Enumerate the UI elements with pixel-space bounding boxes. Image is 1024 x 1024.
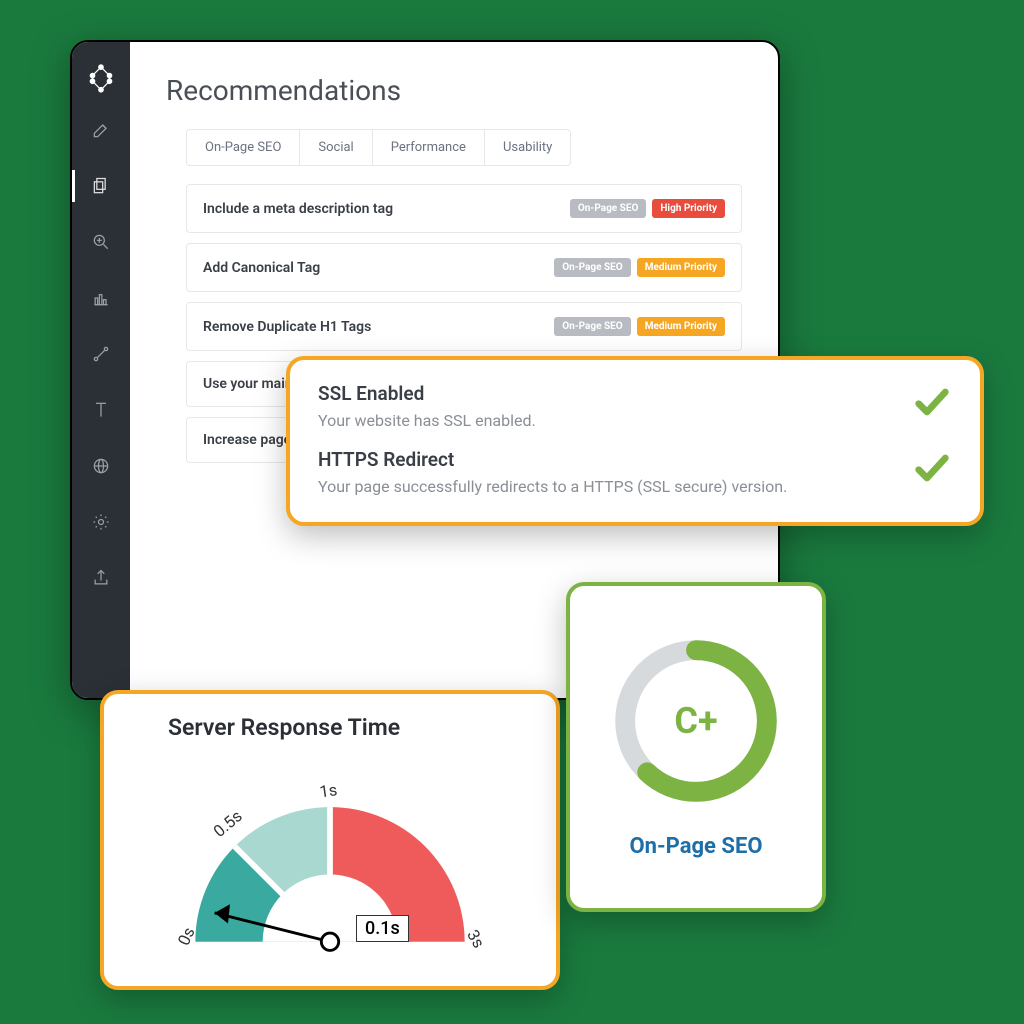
app-logo-icon	[84, 60, 118, 98]
ssl-text: SSL Enabled Your website has SSL enabled…	[318, 382, 536, 430]
sidebar-item-globe[interactable]	[72, 442, 130, 490]
grade-label: On-Page SEO	[629, 834, 762, 859]
server-response-card: Server Response Time 0s 0.5s 1s 3s	[100, 690, 560, 990]
gauge-tick: 0.5s	[210, 806, 246, 841]
tab-performance[interactable]: Performance	[373, 129, 485, 166]
category-badge: On-Page SEO	[570, 199, 646, 218]
sidebar-item-edit[interactable]	[72, 106, 130, 154]
category-badge: On-Page SEO	[554, 258, 630, 277]
badges: On-Page SEO High Priority	[570, 199, 725, 218]
sidebar-item-chart[interactable]	[72, 274, 130, 322]
gauge-tick: 0s	[174, 924, 199, 948]
badges: On-Page SEO Medium Priority	[554, 317, 725, 336]
recommendation-row[interactable]: Remove Duplicate H1 Tags On-Page SEO Med…	[186, 302, 742, 351]
ssl-status-card: SSL Enabled Your website has SSL enabled…	[286, 356, 984, 526]
priority-badge: Medium Priority	[637, 258, 725, 277]
gauge-tick: 3s	[463, 927, 488, 952]
gauge-chart: 0s 0.5s 1s 3s 0.1s	[128, 745, 532, 975]
gauge-title: Server Response Time	[168, 714, 532, 741]
page-title: Recommendations	[166, 74, 742, 107]
sidebar-item-link[interactable]	[72, 330, 130, 378]
sidebar-item-tool[interactable]	[72, 386, 130, 434]
ssl-item-desc: Your website has SSL enabled.	[318, 411, 536, 430]
ssl-row: HTTPS Redirect Your page successfully re…	[318, 448, 952, 496]
sidebar	[72, 42, 130, 698]
ssl-text: HTTPS Redirect Your page successfully re…	[318, 448, 787, 496]
gauge-value: 0.1s	[356, 915, 409, 942]
sidebar-item-settings[interactable]	[72, 498, 130, 546]
tab-usability[interactable]: Usability	[485, 129, 571, 166]
ssl-item-title: SSL Enabled	[318, 382, 536, 405]
priority-badge: Medium Priority	[637, 317, 725, 336]
sidebar-item-search[interactable]	[72, 218, 130, 266]
ssl-row: SSL Enabled Your website has SSL enabled…	[318, 382, 952, 430]
check-icon	[912, 448, 952, 492]
tab-onpage[interactable]: On-Page SEO	[186, 129, 300, 166]
check-icon	[912, 382, 952, 426]
gauge-tick: 1s	[318, 780, 338, 801]
recommendation-title: Add Canonical Tag	[203, 260, 544, 276]
category-badge: On-Page SEO	[554, 317, 630, 336]
badges: On-Page SEO Medium Priority	[554, 258, 725, 277]
recommendation-title: Remove Duplicate H1 Tags	[203, 319, 544, 335]
grade-ring-chart: C+	[611, 636, 781, 806]
recommendation-row[interactable]: Add Canonical Tag On-Page SEO Medium Pri…	[186, 243, 742, 292]
ssl-item-desc: Your page successfully redirects to a HT…	[318, 477, 787, 496]
sidebar-item-pages[interactable]	[72, 162, 130, 210]
tab-social[interactable]: Social	[300, 129, 372, 166]
recommendation-title: Include a meta description tag	[203, 201, 560, 217]
ssl-item-title: HTTPS Redirect	[318, 448, 787, 471]
grade-letter: C+	[611, 636, 781, 806]
tabs: On-Page SEO Social Performance Usability	[186, 129, 742, 166]
recommendation-row[interactable]: Include a meta description tag On-Page S…	[186, 184, 742, 233]
priority-badge: High Priority	[652, 199, 725, 218]
seo-grade-card: C+ On-Page SEO	[566, 582, 826, 912]
sidebar-item-share[interactable]	[72, 554, 130, 602]
